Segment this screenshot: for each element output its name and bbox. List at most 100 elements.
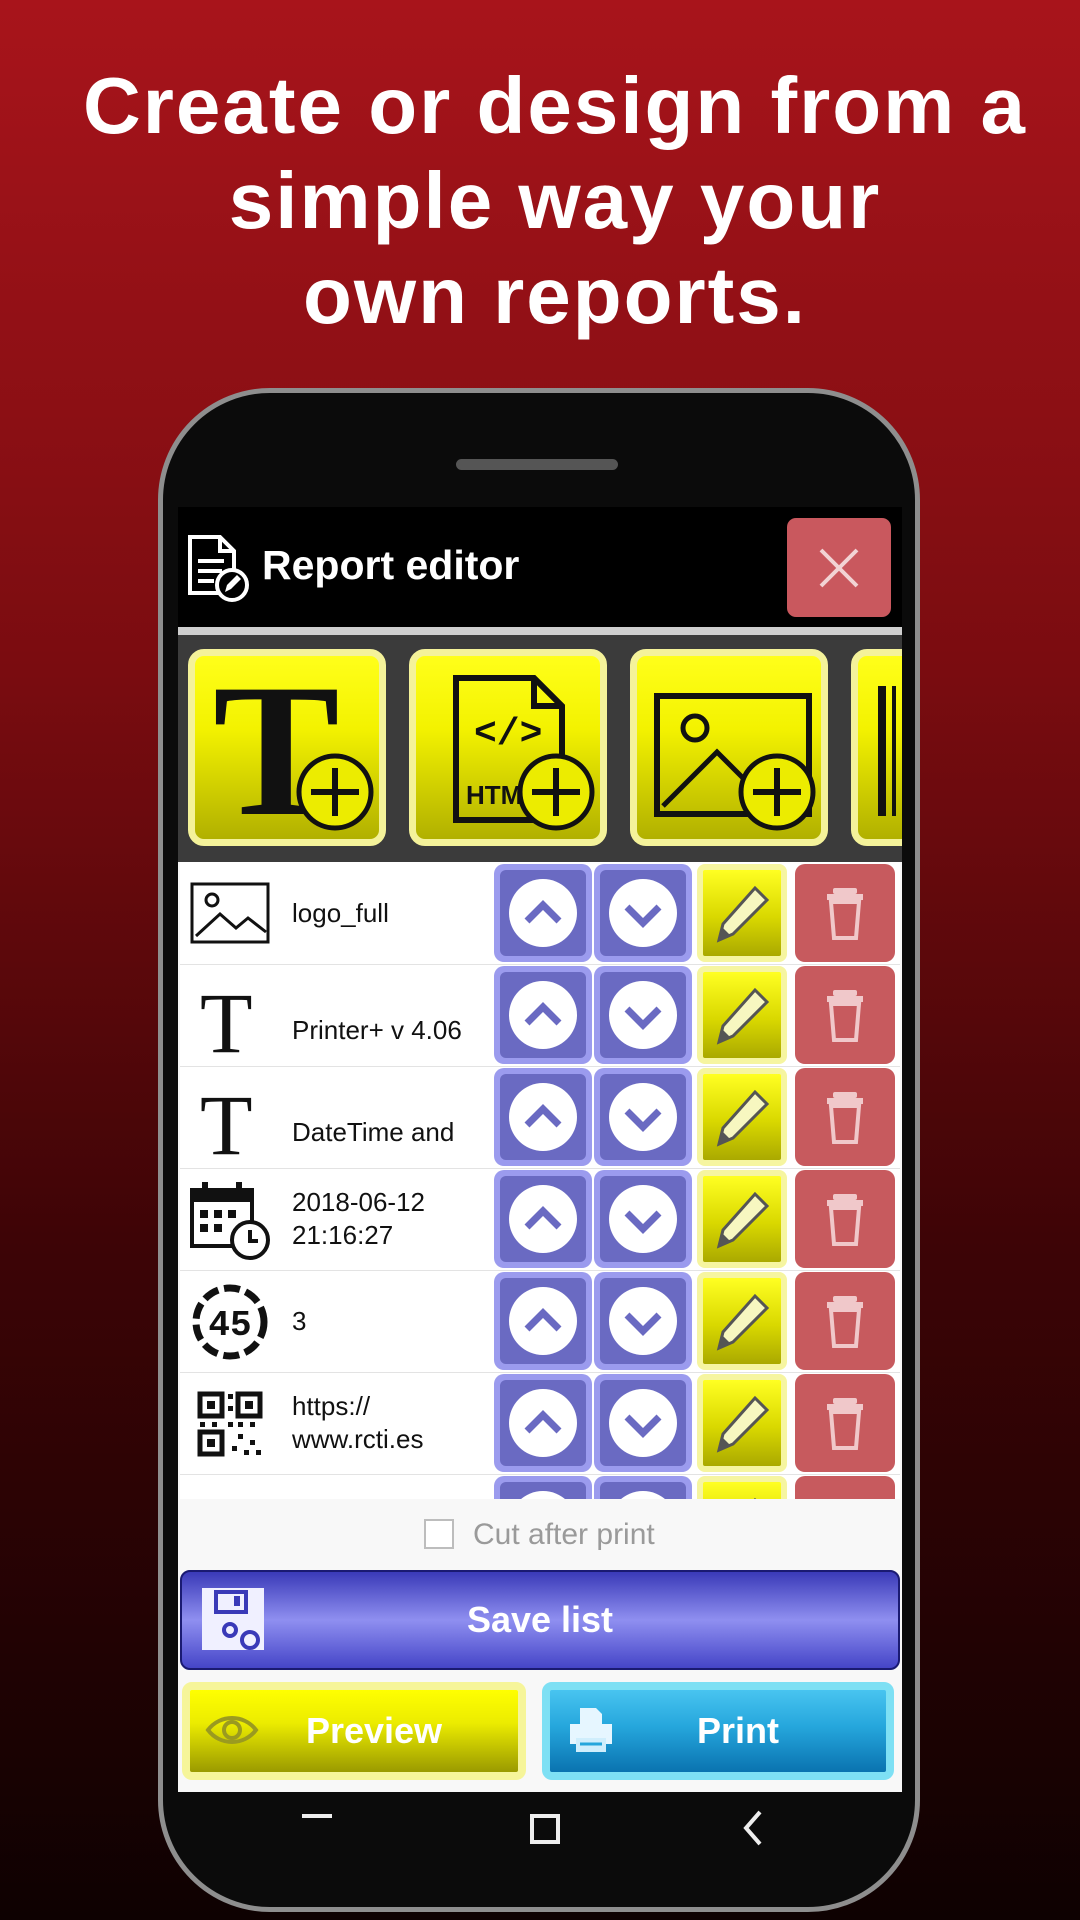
item-label: 2018-06-12 21:16:27 — [292, 1187, 425, 1250]
preview-button[interactable]: Preview — [182, 1682, 526, 1780]
page-title: Report editor — [262, 542, 520, 588]
add-text-button[interactable]: T — [188, 649, 386, 846]
chevron-down-icon — [624, 1210, 662, 1234]
move-down-button[interactable] — [594, 966, 692, 1064]
counter-icon: 45 — [192, 1284, 268, 1360]
headline-line-3: own reports. — [302, 251, 808, 340]
report-item-list[interactable]: logo_full T Printer+ v 4.06 available T … — [180, 862, 900, 1499]
list-item[interactable]: T — [180, 1474, 900, 1499]
headline-line-2: simple way your — [228, 156, 882, 245]
list-item[interactable]: https:// www.rcti.es — [180, 1372, 900, 1475]
qr-code-icon — [197, 1391, 263, 1457]
chevron-down-icon — [609, 1491, 677, 1499]
add-image-button[interactable] — [630, 649, 828, 846]
save-list-label: Save list — [466, 1599, 614, 1640]
svg-text:T: T — [200, 976, 253, 1056]
cut-after-print-checkbox[interactable] — [424, 1519, 454, 1549]
item-label — [292, 1488, 484, 1499]
pencil-icon — [716, 1191, 770, 1249]
recent-apps-icon[interactable] — [298, 1806, 338, 1846]
trash-icon — [827, 888, 863, 940]
delete-button[interactable] — [795, 1476, 895, 1499]
move-down-button[interactable] — [594, 864, 692, 962]
list-item[interactable]: logo_full — [180, 862, 900, 965]
delete-button[interactable] — [795, 1068, 895, 1166]
edit-button[interactable] — [697, 1068, 787, 1166]
move-down-button[interactable] — [594, 1476, 692, 1499]
add-html-icon: </> HTML — [453, 675, 595, 831]
move-up-button[interactable] — [494, 1272, 592, 1370]
chevron-down-icon — [624, 1414, 662, 1438]
list-item[interactable]: T DateTime and Counter — [180, 1066, 900, 1169]
add-barcode-button[interactable] — [851, 649, 902, 846]
edit-button[interactable] — [697, 864, 787, 962]
move-down-button[interactable] — [594, 1068, 692, 1166]
chevron-up-icon — [509, 1491, 577, 1499]
toolbar-divider — [178, 627, 902, 635]
text-icon: T — [200, 976, 253, 1056]
delete-button[interactable] — [795, 1170, 895, 1268]
print-button[interactable]: Print — [542, 1682, 894, 1780]
document-edit-icon — [188, 535, 249, 602]
edit-button[interactable] — [697, 1476, 787, 1499]
android-navigation-bar — [178, 1792, 902, 1880]
add-element-toolbar: T </> HTML — [178, 635, 902, 862]
move-up-button[interactable] — [494, 1476, 592, 1499]
move-down-button[interactable] — [594, 1170, 692, 1268]
app-screen: Report editor T </> HTML logo_full T Pri… — [178, 507, 902, 1792]
move-up-button[interactable] — [494, 864, 592, 962]
move-down-button[interactable] — [594, 1374, 692, 1472]
save-list-button[interactable]: Save list — [180, 1570, 900, 1670]
move-up-button[interactable] — [494, 1374, 592, 1472]
move-up-button[interactable] — [494, 1068, 592, 1166]
delete-button[interactable] — [795, 1374, 895, 1472]
list-item[interactable]: 45 3 — [180, 1270, 900, 1373]
chevron-down-icon — [624, 1108, 662, 1132]
move-up-button[interactable] — [494, 1170, 592, 1268]
item-label: logo_full — [292, 897, 389, 928]
pencil-icon — [753, 1497, 757, 1499]
add-html-button[interactable]: </> HTML — [409, 649, 607, 846]
close-button[interactable] — [787, 518, 891, 617]
cut-after-print-row: Cut after print — [178, 1505, 902, 1565]
phone-speaker — [456, 459, 618, 470]
pencil-icon — [716, 987, 770, 1045]
edit-button[interactable] — [697, 1170, 787, 1268]
svg-text:45: 45 — [208, 1305, 251, 1346]
delete-button[interactable] — [795, 966, 895, 1064]
back-icon[interactable] — [734, 1806, 774, 1846]
trash-icon — [827, 1092, 863, 1144]
chevron-up-icon — [524, 1410, 562, 1434]
trash-icon — [827, 1296, 863, 1348]
move-up-button[interactable] — [494, 966, 592, 1064]
home-icon[interactable] — [526, 1806, 566, 1846]
trash-icon — [827, 990, 863, 1042]
edit-button[interactable] — [697, 1374, 787, 1472]
app-header: Report editor — [178, 507, 902, 627]
svg-text:</>: </> — [474, 713, 542, 756]
chevron-down-icon — [624, 1312, 662, 1336]
edit-button[interactable] — [697, 1272, 787, 1370]
list-item[interactable]: 2018-06-12 21:16:27 — [180, 1168, 900, 1271]
pencil-icon — [716, 1293, 770, 1351]
image-icon — [190, 882, 270, 944]
delete-button[interactable] — [795, 864, 895, 962]
pencil-icon — [716, 885, 770, 943]
list-item[interactable]: T Printer+ v 4.06 available — [180, 964, 900, 1067]
chevron-up-icon — [524, 900, 562, 924]
datetime-icon — [190, 1182, 270, 1260]
item-label: Printer+ v 4.06 available — [292, 1015, 462, 1052]
svg-text:T: T — [200, 1078, 253, 1158]
edit-button[interactable] — [697, 966, 787, 1064]
print-label: Print — [696, 1710, 779, 1751]
trash-icon — [795, 1476, 895, 1499]
delete-button[interactable] — [795, 1272, 895, 1370]
pencil-icon — [716, 1395, 770, 1453]
item-label: https:// www.rcti.es — [292, 1391, 424, 1454]
chevron-down-icon — [624, 904, 662, 928]
move-down-button[interactable] — [594, 1272, 692, 1370]
add-barcode-icon — [878, 686, 896, 816]
close-icon — [819, 548, 859, 588]
trash-icon — [827, 1398, 863, 1450]
chevron-up-icon — [524, 1104, 562, 1128]
